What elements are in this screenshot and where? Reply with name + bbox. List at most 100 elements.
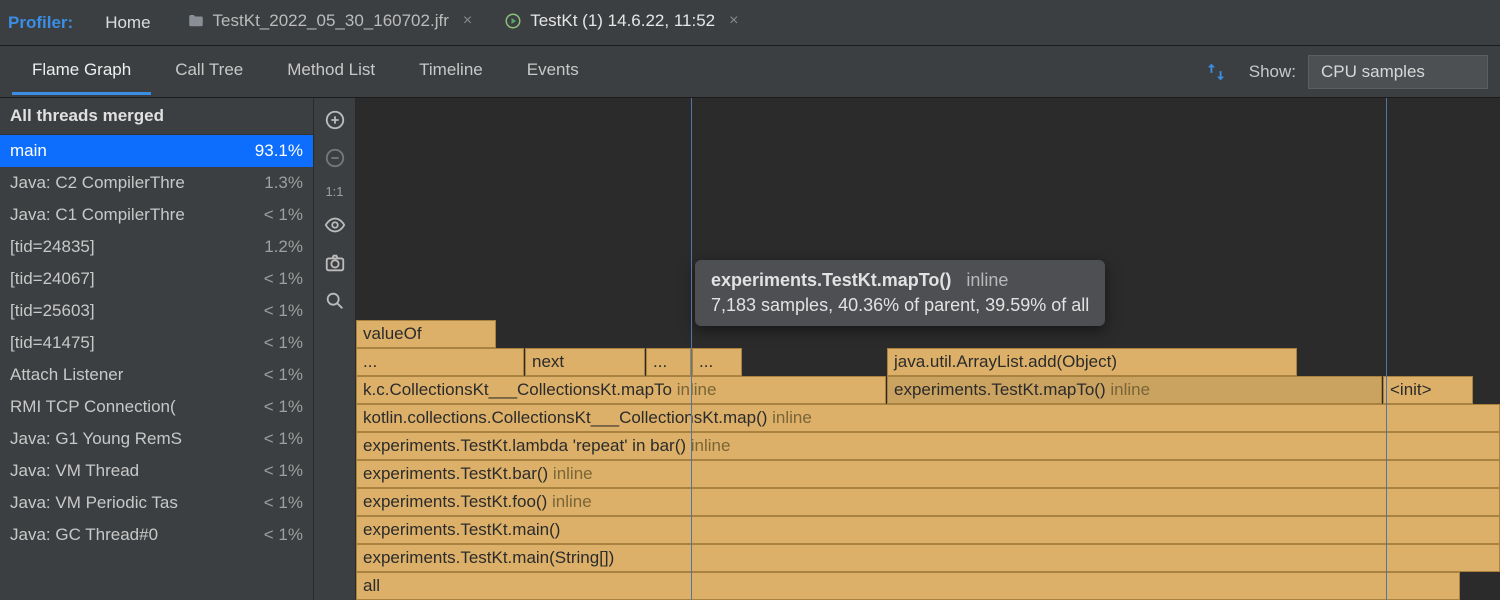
flame-frame[interactable]: ... [692, 348, 742, 376]
flame-frame[interactable]: java.util.ArrayList.add(Object) [887, 348, 1297, 376]
thread-percent: < 1% [256, 365, 303, 385]
thread-percent: 93.1% [247, 141, 303, 161]
flame-frame-label: valueOf [363, 324, 422, 343]
thread-row[interactable]: Java: GC Thread#0< 1% [0, 519, 313, 551]
profiler-sub-bar: Flame Graph Call Tree Method List Timeli… [0, 46, 1500, 98]
refresh-run-icon [504, 12, 522, 30]
zoom-reset-button[interactable]: 1:1 [325, 184, 343, 199]
tooltip-detail: 7,183 samples, 40.36% of parent, 39.59% … [711, 295, 1089, 316]
thread-row[interactable]: RMI TCP Connection( < 1% [0, 391, 313, 423]
thread-name: [tid=24835] [10, 237, 95, 257]
capture-icon[interactable] [323, 251, 347, 275]
flame-frame-label: <init> [1390, 380, 1432, 399]
folder-icon [187, 12, 205, 30]
flame-frame[interactable]: next [525, 348, 645, 376]
tab-file-jfr[interactable]: TestKt_2022_05_30_160702.jfr × [173, 5, 487, 40]
thread-name: main [10, 141, 47, 161]
thread-percent: < 1% [256, 397, 303, 417]
zoom-in-icon[interactable] [323, 108, 347, 132]
thread-row[interactable]: Java: VM Periodic Tas< 1% [0, 487, 313, 519]
thread-name: [tid=41475] [10, 333, 95, 353]
thread-row[interactable]: [tid=41475] < 1% [0, 327, 313, 359]
flame-frame[interactable]: experiments.TestKt.lambda 'repeat' in ba… [356, 432, 1500, 460]
main-area: All threads merged main 93.1% Java: C2 Com… [0, 98, 1500, 600]
subtab-flame-graph[interactable]: Flame Graph [12, 48, 151, 95]
thread-row[interactable]: [tid=24067] < 1% [0, 263, 313, 295]
zoom-out-icon[interactable] [323, 146, 347, 170]
flame-frame-label: experiments.TestKt.foo() [363, 492, 547, 511]
dropdown-value: CPU samples [1321, 62, 1425, 82]
thread-name: Java: C1 CompilerThre [10, 205, 185, 225]
thread-row[interactable]: Java: C2 CompilerThre 1.3% [0, 167, 313, 199]
subtab-call-tree[interactable]: Call Tree [155, 48, 263, 95]
inline-badge: inline [767, 408, 811, 427]
thread-percent: 1.3% [256, 173, 303, 193]
flame-frame-label: all [363, 576, 380, 595]
thread-name: Java: VM Thread [10, 461, 139, 481]
flame-guideline [691, 98, 692, 600]
swap-direction-icon[interactable] [1205, 61, 1227, 83]
close-icon[interactable]: × [729, 12, 738, 30]
flame-frame-label: kotlin.collections.CollectionsKt___Colle… [363, 408, 767, 427]
flame-frame-label: next [532, 352, 564, 371]
thread-percent: 1.2% [256, 237, 303, 257]
eye-icon[interactable] [323, 213, 347, 237]
tab-label: TestKt (1) 14.6.22, 11:52 [530, 11, 715, 31]
inline-badge: inline [686, 436, 730, 455]
thread-name: [tid=24067] [10, 269, 95, 289]
flame-frame[interactable]: ... [646, 348, 691, 376]
flame-frame[interactable]: experiments.TestKt.main(String[]) [356, 544, 1500, 572]
subtab-events[interactable]: Events [507, 48, 599, 95]
thread-name: RMI TCP Connection( [10, 397, 176, 417]
subtab-method-list[interactable]: Method List [267, 48, 395, 95]
subtab-timeline[interactable]: Timeline [399, 48, 503, 95]
flame-frame[interactable]: <init> [1383, 376, 1473, 404]
thread-row[interactable]: Java: C1 CompilerThre< 1% [0, 199, 313, 231]
thread-percent: < 1% [256, 461, 303, 481]
flame-frame-label: ... [363, 352, 377, 371]
thread-row[interactable]: [tid=25603]< 1% [0, 295, 313, 327]
flame-frame-label: experiments.TestKt.mapTo() [894, 380, 1106, 399]
tooltip-inline-hint: inline [966, 270, 1008, 290]
flame-frame[interactable]: experiments.TestKt.main() [356, 516, 1500, 544]
inline-badge: inline [1106, 380, 1150, 399]
flame-frame[interactable]: k.c.CollectionsKt___CollectionsKt.mapTo … [356, 376, 886, 404]
thread-row[interactable]: Java: G1 Young RemS< 1% [0, 423, 313, 455]
flame-frame-label: experiments.TestKt.lambda 'repeat' in ba… [363, 436, 686, 455]
thread-row[interactable]: main 93.1% [0, 135, 313, 167]
search-icon[interactable] [323, 289, 347, 313]
show-dropdown[interactable]: CPU samples [1308, 55, 1488, 89]
tab-run-session[interactable]: TestKt (1) 14.6.22, 11:52 × [490, 5, 752, 40]
flame-guideline [1386, 98, 1387, 600]
thread-percent: < 1% [256, 333, 303, 353]
thread-name: Attach Listener [10, 365, 123, 385]
profiler-label: Profiler: [8, 13, 83, 33]
thread-row[interactable]: Attach Listener < 1% [0, 359, 313, 391]
sidebar-header[interactable]: All threads merged [0, 98, 313, 135]
flame-frame[interactable]: ... [356, 348, 524, 376]
flame-frame[interactable]: experiments.TestKt.foo() inline [356, 488, 1500, 516]
flame-frame-label: java.util.ArrayList.add(Object) [894, 352, 1117, 371]
thread-row[interactable]: Java: VM Thread < 1% [0, 455, 313, 487]
flame-frame[interactable]: kotlin.collections.CollectionsKt___Colle… [356, 404, 1500, 432]
thread-percent: < 1% [256, 429, 303, 449]
close-icon[interactable]: × [463, 12, 472, 30]
thread-name: Java: VM Periodic Tas [10, 493, 178, 513]
thread-percent: < 1% [256, 269, 303, 289]
flame-frame-label: ... [653, 352, 667, 371]
flame-frame-label: experiments.TestKt.bar() [363, 464, 548, 483]
thread-sidebar: All threads merged main 93.1% Java: C2 Com… [0, 98, 314, 600]
thread-name: Java: GC Thread#0 [10, 525, 158, 545]
thread-name: Java: C2 CompilerThre [10, 173, 185, 193]
flame-frame[interactable]: valueOf [356, 320, 496, 348]
thread-row[interactable]: [tid=24835] 1.2% [0, 231, 313, 263]
flame-frame-label: k.c.CollectionsKt___CollectionsKt.mapTo [363, 380, 672, 399]
home-link[interactable]: Home [87, 7, 168, 39]
inline-badge: inline [547, 492, 591, 511]
flame-graph[interactable]: allexperiments.TestKt.main(String[])expe… [356, 98, 1500, 600]
flame-frame-label: ... [699, 352, 713, 371]
flame-frame[interactable]: experiments.TestKt.bar() inline [356, 460, 1500, 488]
flame-frame[interactable]: experiments.TestKt.mapTo() inline [887, 376, 1382, 404]
inline-badge: inline [672, 380, 716, 399]
flame-frame[interactable]: all [356, 572, 1460, 600]
